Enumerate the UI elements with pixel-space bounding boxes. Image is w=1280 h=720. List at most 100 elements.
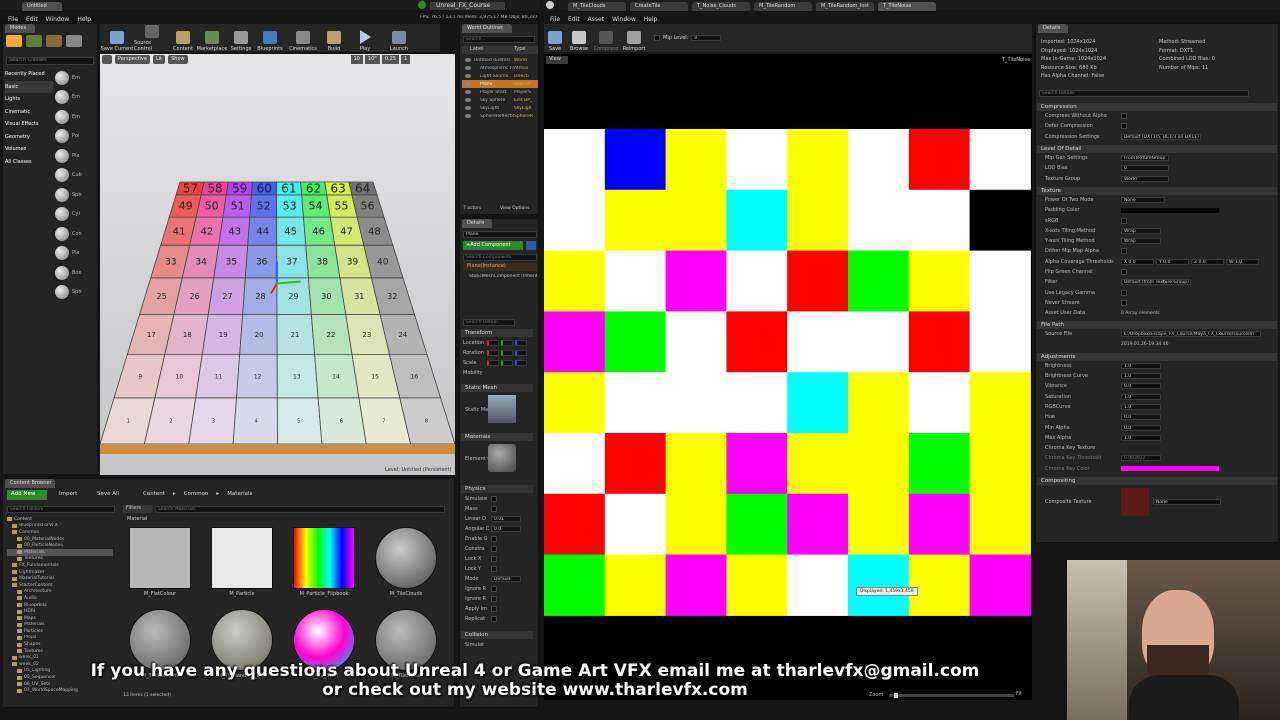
menu-edit[interactable]: Edit (26, 16, 38, 23)
physics-checkbox[interactable] (491, 616, 497, 622)
breadcrumb-materials[interactable]: Materials (227, 491, 252, 497)
visibility-eye-icon[interactable] (465, 66, 471, 70)
texture-preview[interactable] (544, 129, 1032, 616)
folder-item[interactable]: Architecture (7, 589, 113, 596)
physics-checkbox[interactable] (491, 596, 497, 602)
tex-save-button[interactable]: Save (544, 24, 566, 52)
tex-menu-asset[interactable]: Asset (588, 16, 604, 23)
mip-level-checkbox[interactable] (654, 35, 660, 41)
adjustment-field[interactable]: 0.0 (1121, 383, 1161, 390)
folder-item[interactable]: MaterialTutorial (7, 575, 113, 582)
visibility-eye-icon[interactable] (465, 82, 471, 86)
threshold-field[interactable]: Y 0.0 (1156, 258, 1189, 265)
transform-value-field[interactable] (501, 360, 513, 366)
texture-section[interactable]: Texture (1037, 186, 1277, 195)
paint-mode-icon[interactable] (26, 35, 42, 47)
blueprints-button[interactable]: Blueprints (254, 24, 286, 52)
texture-editor-tab[interactable]: M_TileClouds (568, 2, 626, 11)
property-checkbox[interactable] (1121, 113, 1127, 120)
transform-value-field[interactable] (515, 360, 527, 366)
folder-item[interactable]: BlueprintsForVFX (7, 523, 113, 530)
place-mode-icon[interactable] (6, 35, 22, 47)
level-viewport[interactable]: Perspective Lit Show 10 10° 0.25 1 12345… (100, 54, 455, 475)
visibility-eye-icon[interactable] (465, 114, 471, 118)
place-item[interactable]: Cyl (55, 205, 95, 225)
adjustment-field[interactable]: 1.0 (1121, 403, 1161, 410)
texture-editor-tab[interactable]: CreateTile (630, 2, 688, 11)
component-row[interactable]: StaticMeshComponent (Inherited) (463, 274, 537, 282)
search-classes-input[interactable]: Search Classes (6, 57, 94, 65)
threshold-field[interactable]: Z 0.0 (1191, 258, 1224, 265)
physics-section[interactable]: Physics (461, 485, 533, 493)
breadcrumb-common[interactable]: Common (184, 491, 209, 497)
place-item[interactable]: Con (55, 224, 95, 244)
visibility-eye-icon[interactable] (465, 106, 471, 110)
power-of-two-dropdown[interactable]: None (1121, 196, 1165, 203)
property-checkbox[interactable] (1121, 289, 1127, 296)
instance-row[interactable]: Plane(Instance) (463, 263, 537, 271)
folder-item[interactable]: Particles (7, 628, 113, 635)
folder-item[interactable]: Shapes (7, 641, 113, 648)
adjustment-field[interactable]: 0.003922 (1121, 455, 1161, 462)
place-item[interactable]: Pla (55, 146, 95, 166)
filters-button[interactable]: Filters (123, 505, 153, 513)
search-components-input[interactable]: Search Components (463, 254, 537, 261)
material-thumbnail[interactable] (488, 444, 516, 472)
transform-value-field[interactable] (515, 340, 527, 346)
y-tiling-dropdown[interactable]: Wrap (1121, 238, 1161, 245)
property-checkbox[interactable] (1121, 248, 1127, 255)
folder-item[interactable]: Common (7, 529, 113, 536)
category-recently-placed[interactable]: Recently Placed (5, 68, 53, 81)
menu-file[interactable]: File (8, 16, 18, 23)
asset-thumbnail[interactable] (211, 527, 273, 589)
x-tiling-dropdown[interactable]: Wrap (1121, 227, 1161, 234)
filter-dropdown[interactable]: Default (from Texture Group) (1121, 279, 1191, 286)
texture-viewport[interactable]: View T_TileNoise Displayed: 1,459x1,459 … (544, 54, 1032, 700)
physics-checkbox[interactable] (491, 536, 497, 542)
landscape-mode-icon[interactable] (46, 35, 62, 47)
visibility-eye-icon[interactable] (465, 74, 471, 78)
place-item[interactable]: Pla (55, 244, 95, 264)
outliner-item[interactable]: Untitled (Editor) World (462, 56, 538, 64)
place-item[interactable]: Box (55, 263, 95, 283)
tex-compress-button[interactable]: Compress (592, 24, 620, 52)
category-geometry[interactable]: Geometry (5, 131, 53, 144)
lod-value-field[interactable]: FromTextureGroup (1121, 155, 1169, 162)
adjustments-section[interactable]: Adjustments (1037, 352, 1277, 361)
col-type[interactable]: Type (514, 46, 525, 54)
place-item[interactable]: Cub (55, 166, 95, 186)
transform-value-field[interactable] (487, 360, 499, 366)
save-all-button[interactable]: Save All (97, 491, 119, 497)
mip-level-input[interactable]: 0 (691, 35, 722, 41)
tile-plane[interactable]: 1 2 3 4 5 6 7 89 10 11 12 13 14 15 1617 18 19 20 21 22 23 242… (100, 54, 455, 475)
add-component-button[interactable]: +Add Component (463, 241, 523, 250)
adjustment-field[interactable]: 1.0 (1121, 373, 1161, 380)
tex-search-details-input[interactable]: Search Details (1039, 90, 1249, 97)
texture-editor-tab[interactable]: M_TileRandom (754, 2, 812, 11)
composite-texture-thumbnail[interactable] (1121, 487, 1149, 516)
tex-reimport-button[interactable]: Reimport (620, 24, 648, 52)
search-materials-input[interactable]: Search Materials (155, 506, 445, 513)
adjustment-field[interactable]: 1.0 (1121, 434, 1161, 441)
tex-details-tab[interactable]: Details (1038, 24, 1068, 33)
category-all-classes[interactable]: All Classes (5, 156, 53, 169)
asset-thumbnail[interactable] (129, 527, 191, 589)
level-tab[interactable]: Untitled (22, 2, 62, 11)
place-item[interactable]: Poi (55, 127, 95, 147)
collision-section[interactable]: Collision (461, 631, 533, 639)
import-button[interactable]: Import (59, 491, 77, 497)
add-new-button[interactable]: Add New (7, 490, 47, 500)
outliner-item[interactable]: Light Source Directi (462, 72, 538, 80)
category-cinematic[interactable]: Cinematic (5, 106, 53, 119)
selected-actor-name[interactable]: Plane (463, 231, 537, 238)
static-mesh-thumbnail[interactable] (488, 395, 516, 423)
col-label[interactable]: Label (462, 46, 514, 54)
marketplace-button[interactable]: Marketplace (196, 24, 228, 52)
folder-item[interactable]: Maps (7, 615, 113, 622)
transform-value-field[interactable] (487, 350, 499, 356)
folder-item[interactable]: StarterContent (7, 582, 113, 589)
physics-checkbox[interactable] (491, 556, 497, 562)
play-button[interactable]: Play (348, 24, 382, 52)
cinematics-button[interactable]: Cinematics (286, 24, 320, 52)
launch-button[interactable]: Launch (382, 24, 416, 52)
